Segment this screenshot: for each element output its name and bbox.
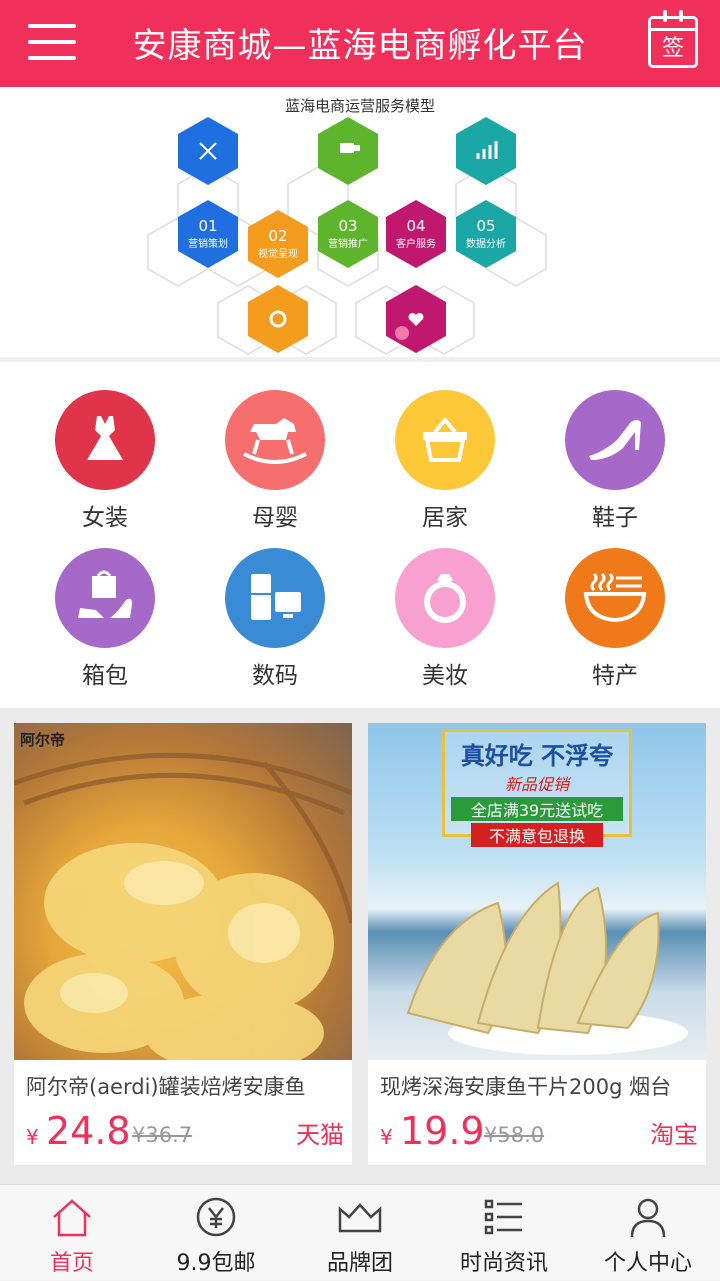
step-number: 02 [268, 227, 288, 245]
category-label: 鞋子 [592, 505, 638, 531]
high-heel-icon [565, 390, 665, 490]
step-label: 客户服务 [396, 239, 436, 250]
step-label: 营销推广 [328, 239, 368, 250]
product-card[interactable]: 真好吃 不浮夸 新品促销 全店满39元送试吃 不满意包退换 现烤深海安康鱼干片2… [368, 723, 706, 1165]
step-label: 视觉呈现 [258, 249, 298, 260]
step-label: 数据分析 [466, 239, 506, 250]
tab-home[interactable]: 首页 [0, 1185, 144, 1281]
tab-label: 个人中心 [603, 1251, 692, 1276]
category-label: 特产 [592, 663, 638, 689]
crown-icon [338, 1203, 382, 1233]
rocking-horse-icon [225, 390, 325, 490]
category-label: 美妆 [422, 663, 468, 689]
product-name: 现烤深海安康鱼干片200g 烟台 [380, 1075, 672, 1099]
category-label: 居家 [422, 505, 468, 531]
tab-label: 时尚资讯 [459, 1251, 548, 1276]
dress-icon [55, 390, 155, 490]
app-header: 安康商城—蓝海电商孵化平台 签 [0, 0, 720, 87]
step-number: 01 [198, 217, 218, 235]
tab-profile[interactable]: 个人中心 [576, 1185, 720, 1281]
tab-label: 品牌团 [326, 1251, 393, 1276]
product-price: 19.9 [400, 1109, 485, 1153]
noodle-bowl-icon [565, 548, 665, 648]
yen-coin-icon [196, 1197, 236, 1237]
tab-9-9-free-shipping[interactable]: 9.9包邮 [144, 1185, 288, 1281]
step-number: 05 [476, 217, 496, 235]
page-title: 安康商城—蓝海电商孵化平台 [132, 26, 588, 66]
category-label: 数码 [252, 663, 298, 689]
category-bags[interactable]: 箱包 [20, 548, 190, 698]
tab-brand-group[interactable]: 品牌团 [288, 1185, 432, 1281]
category-home[interactable]: 居家 [360, 390, 530, 540]
category-shoes[interactable]: 鞋子 [530, 390, 700, 540]
category-label: 母婴 [252, 505, 298, 531]
currency-symbol: ¥ [26, 1125, 39, 1149]
category-baby[interactable]: 母婴 [190, 390, 360, 540]
user-icon [630, 1198, 666, 1238]
sign-in-calendar-button[interactable]: 签 [648, 10, 698, 68]
product-image: 真好吃 不浮夸 新品促销 全店满39元送试吃 不满意包退换 [368, 723, 706, 1060]
list-icon [484, 1199, 522, 1235]
category-beauty[interactable]: 美妆 [360, 548, 530, 698]
brand-logo: 阿尔帝 [20, 731, 66, 749]
category-specialty[interactable]: 特产 [530, 548, 700, 698]
price-row: ¥ 19.9 ¥58.0 淘宝 [380, 1109, 698, 1153]
step-number: 04 [406, 217, 426, 235]
original-price: ¥58.0 [484, 1123, 545, 1147]
tab-label: 9.9包邮 [176, 1251, 256, 1276]
category-label: 女装 [82, 505, 128, 531]
sign-in-label: 签 [661, 36, 684, 61]
home-icon [53, 1199, 91, 1237]
bottom-tab-bar: 首页 9.9包邮 品牌团 时尚资讯 个人中心 [0, 1184, 720, 1280]
shop-source: 天猫 [296, 1121, 344, 1149]
product-image: 阿尔帝 [14, 723, 352, 1060]
bag-icon [55, 548, 155, 648]
step-number: 03 [338, 217, 358, 235]
product-name: 阿尔帝(aerdi)罐装焙烤安康鱼 [26, 1075, 306, 1099]
digital-icon [225, 548, 325, 648]
tab-fashion-news[interactable]: 时尚资讯 [432, 1185, 576, 1281]
currency-symbol: ¥ [380, 1125, 393, 1149]
category-grid: 女装 母婴 居家 鞋子 箱包 数码 美妆 特产 [0, 362, 720, 708]
product-card[interactable]: 阿尔帝 阿尔帝(aerdi)罐装焙烤安康鱼 ¥ 24.8 ¥36.7 天猫 [14, 723, 352, 1165]
category-digital[interactable]: 数码 [190, 548, 360, 698]
category-women[interactable]: 女装 [20, 390, 190, 540]
menu-icon[interactable] [28, 20, 78, 64]
ring-icon [395, 548, 495, 648]
shop-source: 淘宝 [650, 1121, 698, 1149]
product-list: 阿尔帝 阿尔帝(aerdi)罐装焙烤安康鱼 ¥ 24.8 ¥36.7 天猫 真好… [0, 708, 720, 1184]
step-label: 营销策划 [188, 239, 228, 250]
category-label: 箱包 [82, 663, 128, 689]
price-row: ¥ 24.8 ¥36.7 天猫 [26, 1109, 344, 1153]
product-price: 24.8 [46, 1109, 131, 1153]
service-model-banner[interactable]: 蓝海电商运营服务模型 01 营销策划 02 视觉呈现 03 营销推广 04 客户… [0, 87, 720, 357]
tab-label: 首页 [49, 1251, 94, 1276]
original-price: ¥36.7 [132, 1123, 193, 1147]
basket-icon [395, 390, 495, 490]
